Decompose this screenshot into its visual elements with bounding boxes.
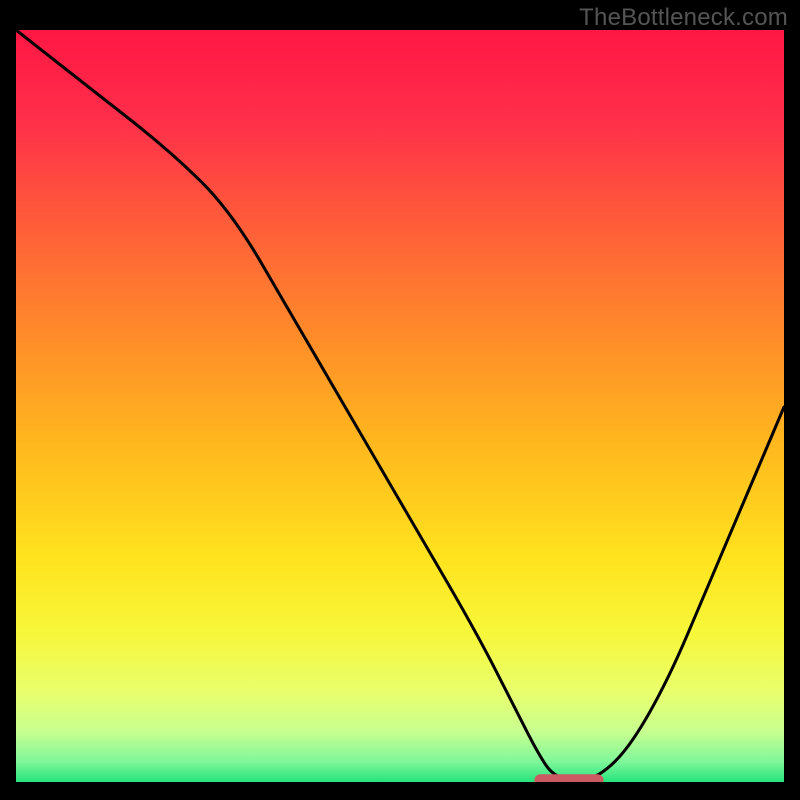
watermark-text: TheBottleneck.com [579, 4, 788, 32]
gradient-rect [16, 30, 784, 784]
plot-area [16, 30, 784, 784]
chart-svg [16, 30, 784, 784]
chart-frame: TheBottleneck.com [0, 0, 800, 800]
